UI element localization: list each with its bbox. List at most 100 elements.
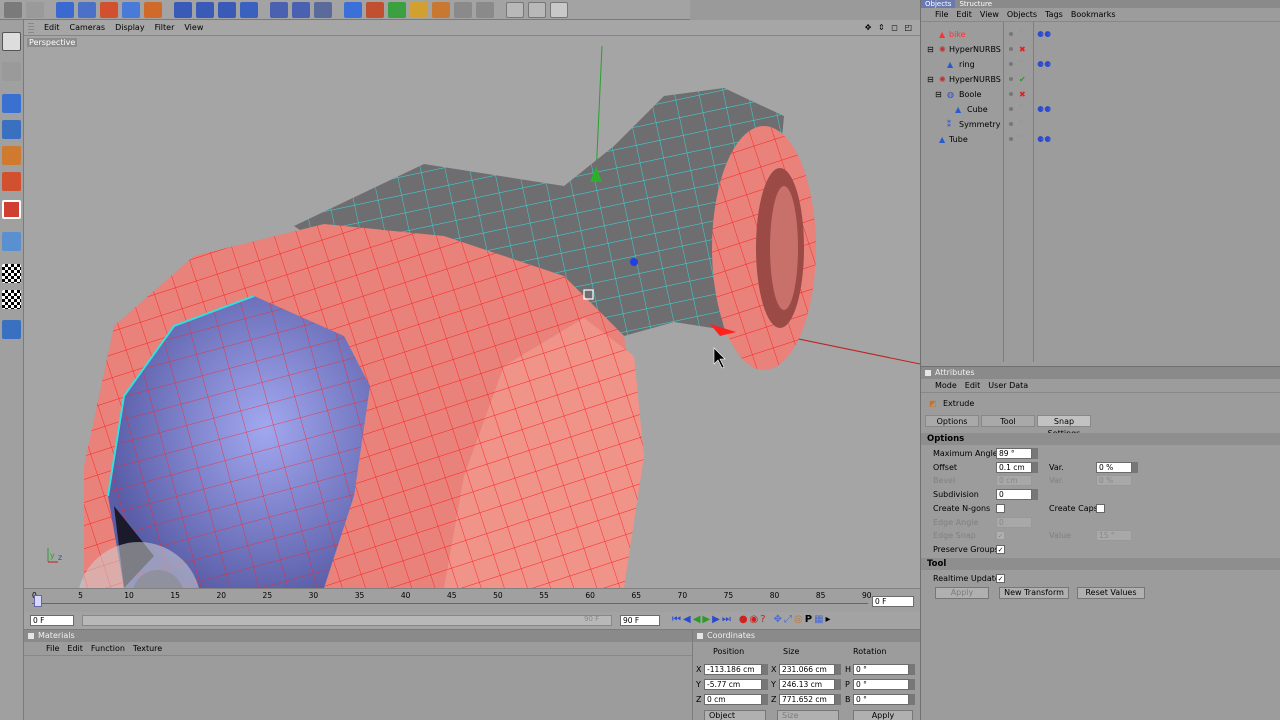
workplane-icon[interactable] bbox=[2, 264, 21, 283]
playhead[interactable] bbox=[34, 595, 42, 607]
prev-frame-icon[interactable]: ◀ bbox=[683, 614, 691, 625]
object-row-bike[interactable]: ▲ bike ⚈⚈ bbox=[921, 27, 1280, 42]
help-icon[interactable] bbox=[506, 1, 524, 18]
undo-icon[interactable] bbox=[4, 1, 22, 18]
object-row-ring[interactable]: ▲ ring ⚈⚈ bbox=[921, 57, 1280, 72]
current-frame-field[interactable]: 0 F bbox=[872, 596, 914, 607]
viewport-menu-filter[interactable]: Filter bbox=[155, 23, 175, 32]
obj-menu-file[interactable]: File bbox=[935, 10, 948, 19]
offset-field[interactable]: 0.1 cm bbox=[996, 462, 1032, 473]
collapse-icon[interactable]: ⊟ bbox=[927, 72, 934, 87]
start-frame-field[interactable]: 0 F bbox=[30, 615, 74, 626]
preview-range-slider[interactable] bbox=[82, 615, 612, 626]
pos-y-spinner[interactable] bbox=[762, 679, 768, 690]
max-angle-field[interactable]: 89 ° bbox=[996, 448, 1032, 459]
collapse-icon[interactable]: ⊟ bbox=[935, 87, 942, 102]
object-row-tube[interactable]: ▲ Tube ⚈⚈ bbox=[921, 132, 1280, 147]
pos-z-spinner[interactable] bbox=[762, 694, 768, 705]
viewport-menu-view[interactable]: View bbox=[184, 23, 203, 32]
timeline-ruler[interactable]: 051015202530354045505560657075808590 0 F bbox=[24, 588, 920, 612]
edges-mode-icon[interactable] bbox=[2, 146, 21, 165]
pos-y-field[interactable]: -5.77 cm bbox=[704, 679, 762, 690]
attr-menu-edit[interactable]: Edit bbox=[965, 381, 981, 390]
parameter-key-icon[interactable]: P bbox=[805, 614, 812, 625]
object-row-hypernurbs-2[interactable]: ⊟ ✺ HyperNURBS ✔ bbox=[921, 72, 1280, 87]
size-y-field[interactable]: 246.13 cm bbox=[779, 679, 835, 690]
var-offset-field[interactable]: 0 % bbox=[1096, 462, 1132, 473]
array-icon[interactable] bbox=[388, 1, 406, 18]
tab-tool[interactable]: Tool bbox=[981, 415, 1035, 427]
x-axis-lock-icon[interactable] bbox=[174, 1, 192, 18]
locked-workplane-icon[interactable] bbox=[2, 320, 21, 339]
perspective-viewport[interactable]: y z Perspective bbox=[24, 36, 920, 588]
tab-options[interactable]: Options bbox=[925, 415, 979, 427]
object-row-cube[interactable]: ▲ Cube ⚈⚈ bbox=[921, 102, 1280, 117]
render-settings-icon[interactable] bbox=[314, 1, 332, 18]
disabled-icon[interactable]: ✖ bbox=[1019, 42, 1026, 57]
uv-mode-icon[interactable] bbox=[2, 200, 21, 219]
position-key-icon[interactable]: ✥ bbox=[774, 614, 782, 625]
rot-b-spinner[interactable] bbox=[909, 694, 915, 705]
phong-tag-icon[interactable]: ⚈⚈ bbox=[1037, 57, 1051, 72]
realtime-update-checkbox[interactable]: ✓ bbox=[996, 574, 1005, 583]
apply-button[interactable]: Apply bbox=[935, 587, 989, 599]
preserve-groups-checkbox[interactable]: ✓ bbox=[996, 545, 1005, 554]
phong-tag-icon[interactable]: ⚈⚈ bbox=[1037, 102, 1051, 117]
go-to-end-icon[interactable]: ⏭ bbox=[722, 614, 731, 625]
snap-icon[interactable] bbox=[2, 290, 21, 309]
rot-h-field[interactable]: 0 ° bbox=[853, 664, 909, 675]
object-row-boole[interactable]: ⊟ ◍ Boole ✖ bbox=[921, 87, 1280, 102]
nurbs-icon[interactable] bbox=[366, 1, 384, 18]
rot-p-field[interactable]: 0 ° bbox=[853, 679, 909, 690]
viewport-menu-display[interactable]: Display bbox=[115, 23, 145, 32]
rotation-key-icon[interactable]: ◎ bbox=[794, 614, 803, 625]
z-axis-lock-icon[interactable] bbox=[218, 1, 236, 18]
size-x-field[interactable]: 231.066 cm bbox=[779, 664, 835, 675]
materials-menu-edit[interactable]: Edit bbox=[67, 644, 83, 653]
light-icon[interactable] bbox=[476, 1, 494, 18]
object-row-hypernurbs-1[interactable]: ⊟ ✺ HyperNURBS ✖ bbox=[921, 42, 1280, 57]
record-icon[interactable]: ● bbox=[739, 614, 748, 625]
attr-menu-mode[interactable]: Mode bbox=[935, 381, 957, 390]
3d-model-view[interactable]: y z bbox=[24, 36, 920, 588]
obj-menu-tags[interactable]: Tags bbox=[1045, 10, 1063, 19]
materials-menu-function[interactable]: Function bbox=[91, 644, 125, 653]
attr-menu-user-data[interactable]: User Data bbox=[988, 381, 1028, 390]
context-help-icon[interactable] bbox=[528, 1, 546, 18]
move-icon[interactable] bbox=[78, 1, 96, 18]
object-mode-icon[interactable] bbox=[2, 94, 21, 113]
rot-p-spinner[interactable] bbox=[909, 679, 915, 690]
scene-icon[interactable] bbox=[432, 1, 450, 18]
live-select-icon[interactable] bbox=[56, 1, 74, 18]
timeline-menu-icon[interactable]: ▸ bbox=[826, 614, 831, 625]
end-frame-field[interactable]: 90 F bbox=[620, 615, 660, 626]
obj-menu-bookmarks[interactable]: Bookmarks bbox=[1071, 10, 1116, 19]
materials-menu-file[interactable]: File bbox=[46, 644, 59, 653]
var-offset-spinner[interactable] bbox=[1132, 462, 1138, 473]
collapse-icon[interactable]: ⊟ bbox=[927, 42, 934, 57]
max-angle-spinner[interactable] bbox=[1032, 448, 1038, 459]
autokey-icon[interactable]: ◉ bbox=[750, 614, 759, 625]
offset-spinner[interactable] bbox=[1032, 462, 1038, 473]
size-x-spinner[interactable] bbox=[835, 664, 841, 675]
obj-menu-edit[interactable]: Edit bbox=[956, 10, 972, 19]
size-y-spinner[interactable] bbox=[835, 679, 841, 690]
size-z-field[interactable]: 771.652 cm bbox=[779, 694, 835, 705]
subdivision-spinner[interactable] bbox=[1032, 489, 1038, 500]
pos-x-spinner[interactable] bbox=[762, 664, 768, 675]
make-editable-icon[interactable] bbox=[2, 32, 21, 51]
disabled-icon[interactable]: ✖ bbox=[1019, 87, 1026, 102]
scale-key-icon[interactable]: ⤢ bbox=[784, 614, 792, 625]
y-axis-lock-icon[interactable] bbox=[196, 1, 214, 18]
rot-h-spinner[interactable] bbox=[909, 664, 915, 675]
coordinates-apply-button[interactable]: Apply bbox=[853, 710, 913, 720]
redo-icon[interactable] bbox=[26, 1, 44, 18]
obj-menu-view[interactable]: View bbox=[980, 10, 999, 19]
create-caps-checkbox[interactable] bbox=[1096, 504, 1105, 513]
viewport-menu-cameras[interactable]: Cameras bbox=[70, 23, 106, 32]
points-mode-icon[interactable] bbox=[2, 120, 21, 139]
obj-menu-objects[interactable]: Objects bbox=[1007, 10, 1037, 19]
texture-mode-icon[interactable] bbox=[2, 232, 21, 251]
play-backward-icon[interactable]: ◀ bbox=[693, 614, 701, 625]
render-view-icon[interactable] bbox=[270, 1, 288, 18]
